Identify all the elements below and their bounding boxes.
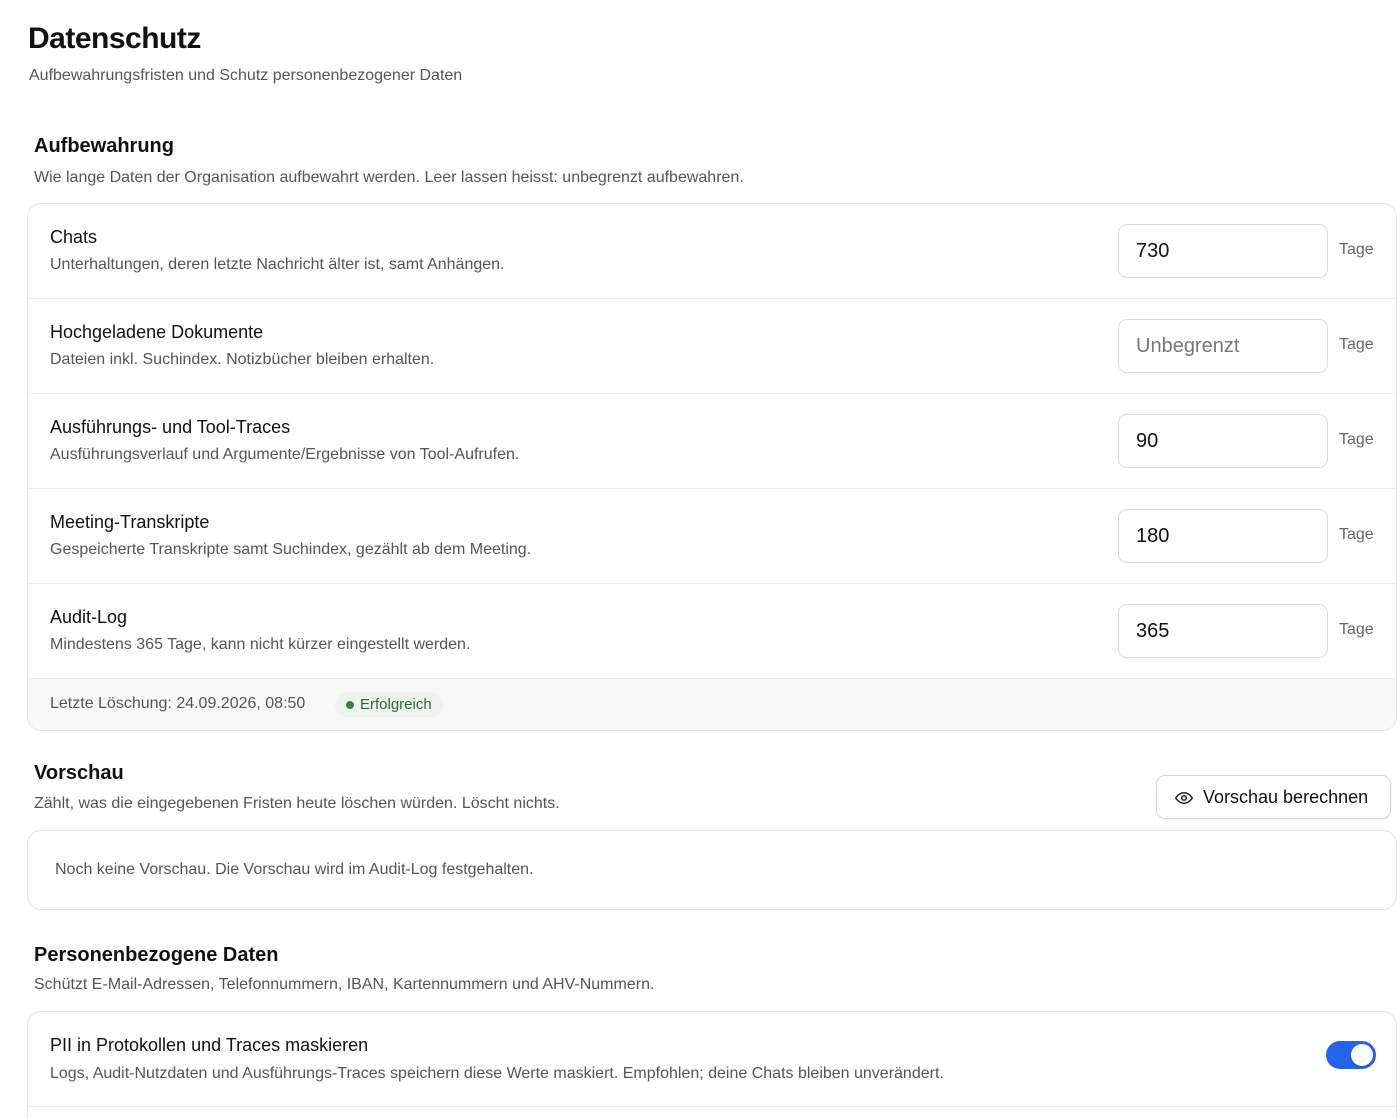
days-unit-label: Tage bbox=[1339, 621, 1374, 638]
retention-row-description: Dateien inkl. Suchindex. Notizbücher ble… bbox=[50, 351, 435, 368]
retention-card: Chats Unterhaltungen, deren letzte Nachr… bbox=[27, 203, 1397, 731]
traces-retention-days-input[interactable] bbox=[1118, 414, 1328, 468]
retention-row-audit-log: Audit-Log Mindestens 365 Tage, kann nich… bbox=[28, 584, 1396, 679]
retention-row-title: Ausführungs- und Tool-Traces bbox=[50, 417, 291, 437]
chats-retention-days-input[interactable] bbox=[1118, 224, 1328, 278]
calculate-preview-button-label: Vorschau berechnen bbox=[1203, 787, 1369, 807]
last-deletion-text: Letzte Löschung: 24.09.2026, 08:50 bbox=[50, 695, 306, 712]
retention-row-meeting-transcripts: Meeting-Transkripte Gespeicherte Transkr… bbox=[28, 489, 1396, 584]
days-unit-label: Tage bbox=[1339, 241, 1374, 258]
calculate-preview-button[interactable]: Vorschau berechnen bbox=[1156, 775, 1391, 819]
pii-mask-setting-row: PII in Protokollen und Traces maskieren … bbox=[28, 1012, 1396, 1107]
preview-card: Noch keine Vorschau. Die Vorschau wird i… bbox=[27, 830, 1397, 910]
last-deletion-footer: Letzte Löschung: 24.09.2026, 08:50 Erfol… bbox=[28, 679, 1396, 730]
retention-row-title: Meeting-Transkripte bbox=[50, 512, 210, 532]
retention-row-description: Gespeicherte Transkripte samt Suchindex,… bbox=[50, 541, 532, 558]
pii-section-description: Schützt E-Mail-Adressen, Telefonnummern,… bbox=[34, 976, 655, 993]
page-subtitle: Aufbewahrungsfristen und Schutz personen… bbox=[29, 67, 463, 84]
retention-row-title: Hochgeladene Dokumente bbox=[50, 322, 264, 342]
preview-section-description: Zählt, was die eingegebenen Fristen heut… bbox=[34, 795, 560, 812]
meeting-transcripts-retention-days-input[interactable] bbox=[1118, 509, 1328, 563]
preview-empty-text: Noch keine Vorschau. Die Vorschau wird i… bbox=[55, 861, 534, 878]
eye-icon bbox=[1175, 792, 1193, 804]
pii-mask-setting-title: PII in Protokollen und Traces maskieren bbox=[50, 1035, 369, 1055]
retention-row-title: Chats bbox=[50, 227, 98, 247]
audit-log-retention-days-input[interactable] bbox=[1118, 604, 1328, 658]
pii-mask-toggle[interactable] bbox=[1326, 1041, 1376, 1069]
toggle-knob bbox=[1351, 1044, 1373, 1066]
status-badge-label: Erfolgreich bbox=[360, 696, 432, 713]
pii-card: PII in Protokollen und Traces maskieren … bbox=[27, 1011, 1397, 1118]
days-unit-label: Tage bbox=[1339, 336, 1374, 353]
pii-mask-setting-description: Logs, Audit-Nutzdaten und Ausführungs-Tr… bbox=[50, 1065, 944, 1082]
retention-row-description: Ausführungsverlauf und Argumente/Ergebni… bbox=[50, 446, 520, 463]
pii-section-title: Personenbezogene Daten bbox=[34, 944, 279, 966]
preview-section-title: Vorschau bbox=[34, 762, 124, 784]
retention-row-chats: Chats Unterhaltungen, deren letzte Nachr… bbox=[28, 204, 1396, 299]
documents-retention-days-input[interactable] bbox=[1118, 319, 1328, 373]
page-title: Datenschutz bbox=[28, 22, 201, 55]
days-unit-label: Tage bbox=[1339, 431, 1374, 448]
status-badge: Erfolgreich bbox=[335, 692, 443, 717]
days-unit-label: Tage bbox=[1339, 526, 1374, 543]
privacy-settings-page: Datenschutz Aufbewahrungsfristen und Sch… bbox=[0, 0, 1400, 1118]
retention-row-description: Unterhaltungen, deren letzte Nachricht ä… bbox=[50, 256, 505, 273]
retention-row-traces: Ausführungs- und Tool-Traces Ausführungs… bbox=[28, 394, 1396, 489]
retention-section-description: Wie lange Daten der Organisation aufbewa… bbox=[34, 169, 744, 186]
retention-row-title: Audit-Log bbox=[50, 607, 128, 627]
status-dot-icon bbox=[346, 701, 354, 709]
retention-row-documents: Hochgeladene Dokumente Dateien inkl. Suc… bbox=[28, 299, 1396, 394]
retention-section-title: Aufbewahrung bbox=[34, 135, 174, 157]
retention-row-description: Mindestens 365 Tage, kann nicht kürzer e… bbox=[50, 636, 471, 653]
